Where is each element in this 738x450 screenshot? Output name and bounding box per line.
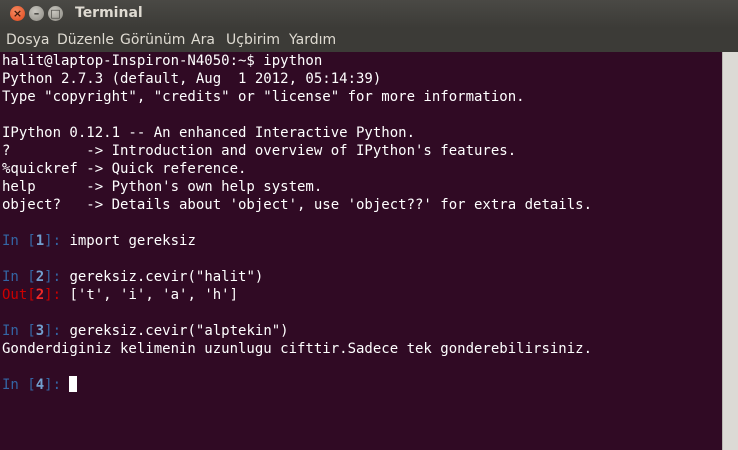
input-prompt: In [2]: <box>2 269 70 285</box>
vertical-scrollbar[interactable] <box>722 52 738 450</box>
shell-command-line: halit@laptop-Inspiron-N4050:~$ ipython <box>2 53 323 69</box>
maximize-icon: □ <box>50 7 61 20</box>
terminal-window: × – □ Terminal Dosya Düzenle Görünüm Ara… <box>0 0 738 450</box>
help-line-quickref: %quickref -> Quick reference. <box>2 161 247 177</box>
stdout-line: Gonderdiginiz kelimenin uzunlugu cifttir… <box>2 341 593 357</box>
input-prompt: In [4]: <box>2 377 70 393</box>
close-button[interactable]: × <box>10 6 25 21</box>
menu-ara[interactable]: Ara <box>191 32 215 48</box>
output-prompt: Out[2]: <box>2 287 70 303</box>
menu-ucbirim[interactable]: Uçbirim <box>226 32 280 48</box>
output-line-2: Out[2]: ['t', 'i', 'a', 'h'] <box>2 286 238 304</box>
prompt-number: 3 <box>35 323 45 339</box>
ipython-banner-line: IPython 0.12.1 -- An enhanced Interactiv… <box>2 125 416 141</box>
menu-bar: Dosya Düzenle Görünüm Ara Uçbirim Yardım <box>0 28 738 53</box>
prompt-number: 2 <box>35 287 45 303</box>
prompt-number: 1 <box>35 233 45 249</box>
in-label: In <box>2 233 19 249</box>
menu-duzenle[interactable]: Düzenle <box>57 32 114 48</box>
in-label: In <box>2 377 19 393</box>
help-line-object: object? -> Details about 'object', use '… <box>2 197 593 213</box>
close-icon: × <box>12 7 23 20</box>
python-info-line: Type "copyright", "credits" or "license"… <box>2 89 525 105</box>
help-line-help: help -> Python's own help system. <box>2 179 323 195</box>
in-label: In <box>2 323 19 339</box>
input-line-2: In [2]: gereksiz.cevir("halit") <box>2 268 263 286</box>
prompt-number: 4 <box>35 377 45 393</box>
input-line-1: In [1]: import gereksiz <box>2 232 196 250</box>
menu-yardim[interactable]: Yardım <box>289 32 336 48</box>
maximize-button[interactable]: □ <box>48 6 63 21</box>
output-text: ['t', 'i', 'a', 'h'] <box>69 287 239 303</box>
menu-gorunum[interactable]: Görünüm <box>120 32 185 48</box>
input-code: gereksiz.cevir("alptekin") <box>69 323 289 339</box>
in-label: In <box>2 269 19 285</box>
text-cursor <box>69 376 78 392</box>
input-code: import gereksiz <box>69 233 196 249</box>
window-title: Terminal <box>75 5 143 21</box>
python-version-line: Python 2.7.3 (default, Aug 1 2012, 05:14… <box>2 71 382 87</box>
help-line-intro: ? -> Introduction and overview of IPytho… <box>2 143 517 159</box>
input-line-4[interactable]: In [4]: <box>2 376 78 394</box>
menu-dosya[interactable]: Dosya <box>6 32 50 48</box>
input-code: gereksiz.cevir("halit") <box>69 269 264 285</box>
terminal-output[interactable]: halit@laptop-Inspiron-N4050:~$ ipython P… <box>0 52 722 450</box>
minimize-button[interactable]: – <box>29 6 44 21</box>
input-line-3: In [3]: gereksiz.cevir("alptekin") <box>2 322 289 340</box>
minimize-icon: – <box>33 7 40 20</box>
input-prompt: In [1]: <box>2 233 70 249</box>
prompt-number: 2 <box>35 269 45 285</box>
out-label: Out <box>2 287 28 303</box>
title-bar[interactable]: × – □ Terminal <box>0 0 738 28</box>
input-prompt: In [3]: <box>2 323 70 339</box>
